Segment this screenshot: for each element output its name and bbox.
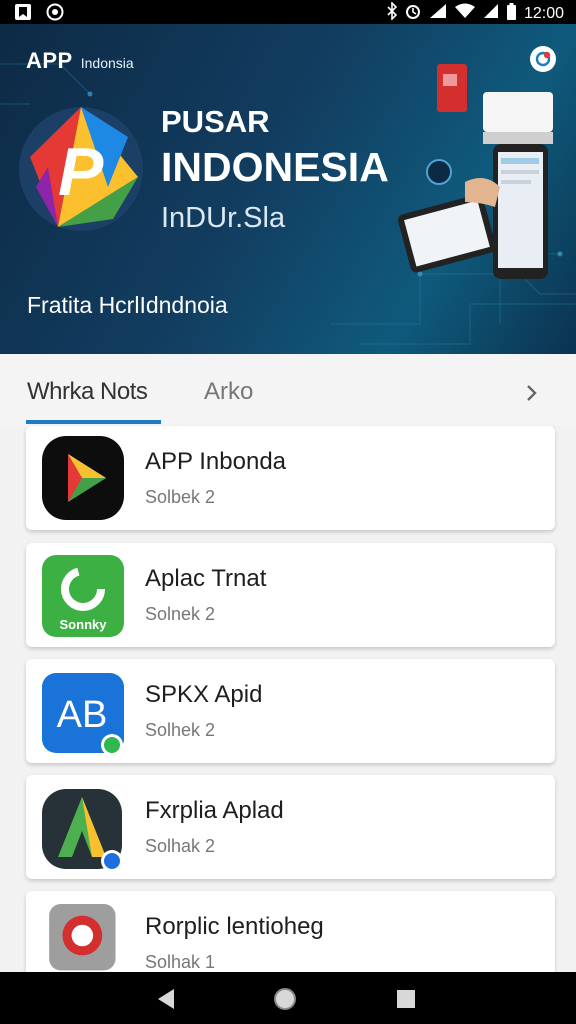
back-icon[interactable] bbox=[156, 988, 176, 1010]
tab-bar: Whrka Nots Arko bbox=[0, 354, 576, 426]
system-nav-bar bbox=[0, 972, 576, 1024]
app-name: Aplac Trnat bbox=[145, 565, 267, 592]
app-icon-label: Sonnky bbox=[60, 617, 108, 632]
hero-tagline: Fratita HcrlIdndnoia bbox=[27, 292, 228, 318]
play-triangle-app-icon bbox=[42, 436, 124, 520]
app-logo: P bbox=[19, 107, 143, 231]
brand-header: APP Indonsia bbox=[26, 48, 134, 74]
app-icon-label: AB bbox=[57, 694, 108, 736]
tab-featured[interactable]: Whrka Nots bbox=[27, 378, 148, 406]
devices-illustration bbox=[398, 64, 553, 279]
app-subtitle: Solhak 2 bbox=[145, 836, 216, 856]
red-circle-app-icon bbox=[49, 903, 116, 971]
app-subtitle: Solbek 2 bbox=[145, 487, 216, 507]
app-subtitle: Solnek 2 bbox=[145, 604, 216, 624]
app-card[interactable]: Rorplic lentioheg Solhak 1 bbox=[26, 891, 555, 972]
target-notification-icon bbox=[46, 3, 64, 26]
app-name: Fxrplia Aplad bbox=[145, 797, 284, 824]
hero-title-line3: InDUr.Sla bbox=[161, 202, 286, 234]
hero-banner: APP Indonsia P PUSAR INDONESIA InDUr.Sla… bbox=[0, 24, 576, 354]
tab-secondary[interactable]: Arko bbox=[204, 378, 253, 406]
active-tab-indicator bbox=[26, 420, 161, 424]
battery-icon bbox=[506, 2, 516, 25]
image-notification-icon bbox=[14, 3, 32, 26]
app-card[interactable]: AB SPKX Apid Solhek 2 bbox=[26, 659, 555, 763]
green-a-app-icon bbox=[42, 789, 123, 871]
home-icon[interactable] bbox=[273, 987, 297, 1011]
cell-signal-icon bbox=[483, 3, 499, 24]
blue-ab-app-icon: AB bbox=[42, 673, 124, 755]
signal-icon bbox=[429, 3, 447, 24]
svg-text:P: P bbox=[58, 134, 104, 210]
wifi-icon bbox=[454, 3, 475, 24]
app-card[interactable]: APP Inbonda Solbek 2 bbox=[26, 426, 555, 530]
app-name: Rorplic lentioheg bbox=[145, 913, 324, 940]
app-name: APP Inbonda bbox=[145, 448, 287, 475]
hero-title-line2: INDONESIA bbox=[161, 144, 389, 190]
green-sync-app-icon: Sonnky bbox=[42, 555, 124, 637]
chevron-right-icon[interactable] bbox=[520, 382, 542, 404]
app-card[interactable]: Sonnky Aplac Trnat Solnek 2 bbox=[26, 543, 555, 647]
brand-name: APP bbox=[26, 48, 73, 73]
hero-title-line1: PUSAR bbox=[161, 104, 270, 139]
app-name: SPKX Apid bbox=[145, 681, 263, 708]
bluetooth-icon bbox=[387, 1, 398, 25]
recents-icon[interactable] bbox=[396, 989, 416, 1009]
app-subtitle: Solhak 1 bbox=[145, 952, 216, 972]
app-card[interactable]: Fxrplia Aplad Solhak 2 bbox=[26, 775, 555, 879]
brand-subtitle: Indonsia bbox=[80, 55, 134, 71]
app-subtitle: Solhek 2 bbox=[145, 720, 216, 740]
clock-time: 12:00 bbox=[523, 4, 564, 22]
alarm-icon bbox=[405, 2, 421, 25]
status-bar: 12:00 bbox=[0, 0, 576, 24]
